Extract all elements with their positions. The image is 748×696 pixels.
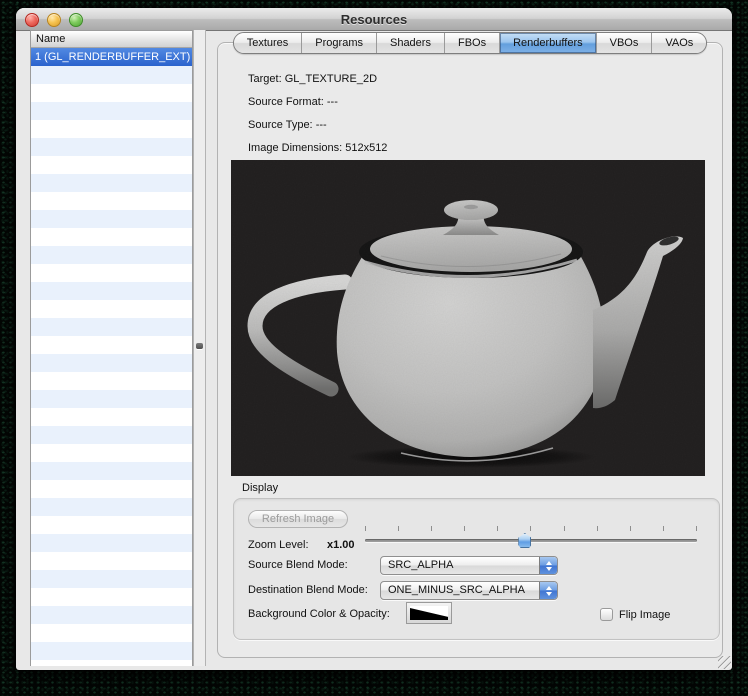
tab-bar: Textures Programs Shaders FBOs Renderbuf… bbox=[217, 32, 723, 52]
source-blend-label: Source Blend Mode: bbox=[248, 559, 348, 571]
zoom-level-value: x1.00 bbox=[327, 539, 355, 551]
tab-textures[interactable]: Textures bbox=[234, 33, 302, 53]
tab-renderbuffers[interactable]: Renderbuffers bbox=[499, 33, 596, 53]
resource-list: Name 1 (GL_RENDERBUFFER_EXT) bbox=[30, 30, 193, 666]
tab-shaders[interactable]: Shaders bbox=[376, 33, 444, 53]
tab-vbos[interactable]: VBOs bbox=[596, 33, 652, 53]
display-group-label: Display bbox=[242, 482, 278, 494]
resize-grip-icon[interactable] bbox=[718, 656, 731, 669]
resources-window: Resources Name 1 (GL_RENDERBUFFER_EXT) T… bbox=[16, 8, 732, 670]
zoom-slider[interactable] bbox=[365, 526, 697, 552]
refresh-image-button[interactable]: Refresh Image bbox=[248, 510, 348, 528]
destination-blend-label: Destination Blend Mode: bbox=[248, 584, 368, 596]
splitter-grip-icon[interactable] bbox=[196, 343, 203, 349]
source-blend-value: SRC_ALPHA bbox=[388, 559, 453, 571]
resource-rows[interactable]: 1 (GL_RENDERBUFFER_EXT) bbox=[31, 48, 192, 666]
target-line: Target: GL_TEXTURE_2D bbox=[248, 68, 387, 91]
destination-blend-popup[interactable]: ONE_MINUS_SRC_ALPHA bbox=[380, 581, 558, 600]
opacity-ramp-swatch bbox=[410, 606, 448, 620]
flip-image-label: Flip Image bbox=[619, 609, 670, 621]
source-blend-popup[interactable]: SRC_ALPHA bbox=[380, 556, 558, 575]
title-bar[interactable]: Resources bbox=[16, 8, 732, 31]
slider-ticks bbox=[365, 526, 697, 532]
popup-arrows-icon bbox=[539, 557, 557, 574]
pane-splitter[interactable] bbox=[193, 30, 206, 666]
teapot-illustration bbox=[231, 160, 705, 476]
tab-fbos[interactable]: FBOs bbox=[444, 33, 499, 53]
image-dimensions-line: Image Dimensions: 512x512 bbox=[248, 137, 387, 160]
tab-vaos[interactable]: VAOs bbox=[651, 33, 706, 53]
background-color-label: Background Color & Opacity: bbox=[248, 608, 390, 620]
source-type-line: Source Type: --- bbox=[248, 114, 387, 137]
list-item[interactable]: 1 (GL_RENDERBUFFER_EXT) bbox=[31, 48, 192, 66]
background-color-well[interactable] bbox=[406, 602, 452, 624]
source-format-line: Source Format: --- bbox=[248, 91, 387, 114]
zoom-level-label: Zoom Level: bbox=[248, 539, 309, 551]
name-column-header[interactable]: Name bbox=[31, 31, 192, 48]
teapot-preview bbox=[231, 160, 705, 476]
slider-thumb[interactable] bbox=[518, 533, 531, 548]
flip-image-checkbox[interactable] bbox=[600, 608, 613, 621]
resource-info: Target: GL_TEXTURE_2D Source Format: ---… bbox=[248, 68, 387, 160]
popup-arrows-icon bbox=[539, 582, 557, 599]
tab-programs[interactable]: Programs bbox=[301, 33, 376, 53]
window-title: Resources bbox=[16, 12, 732, 27]
destination-blend-value: ONE_MINUS_SRC_ALPHA bbox=[388, 584, 525, 596]
